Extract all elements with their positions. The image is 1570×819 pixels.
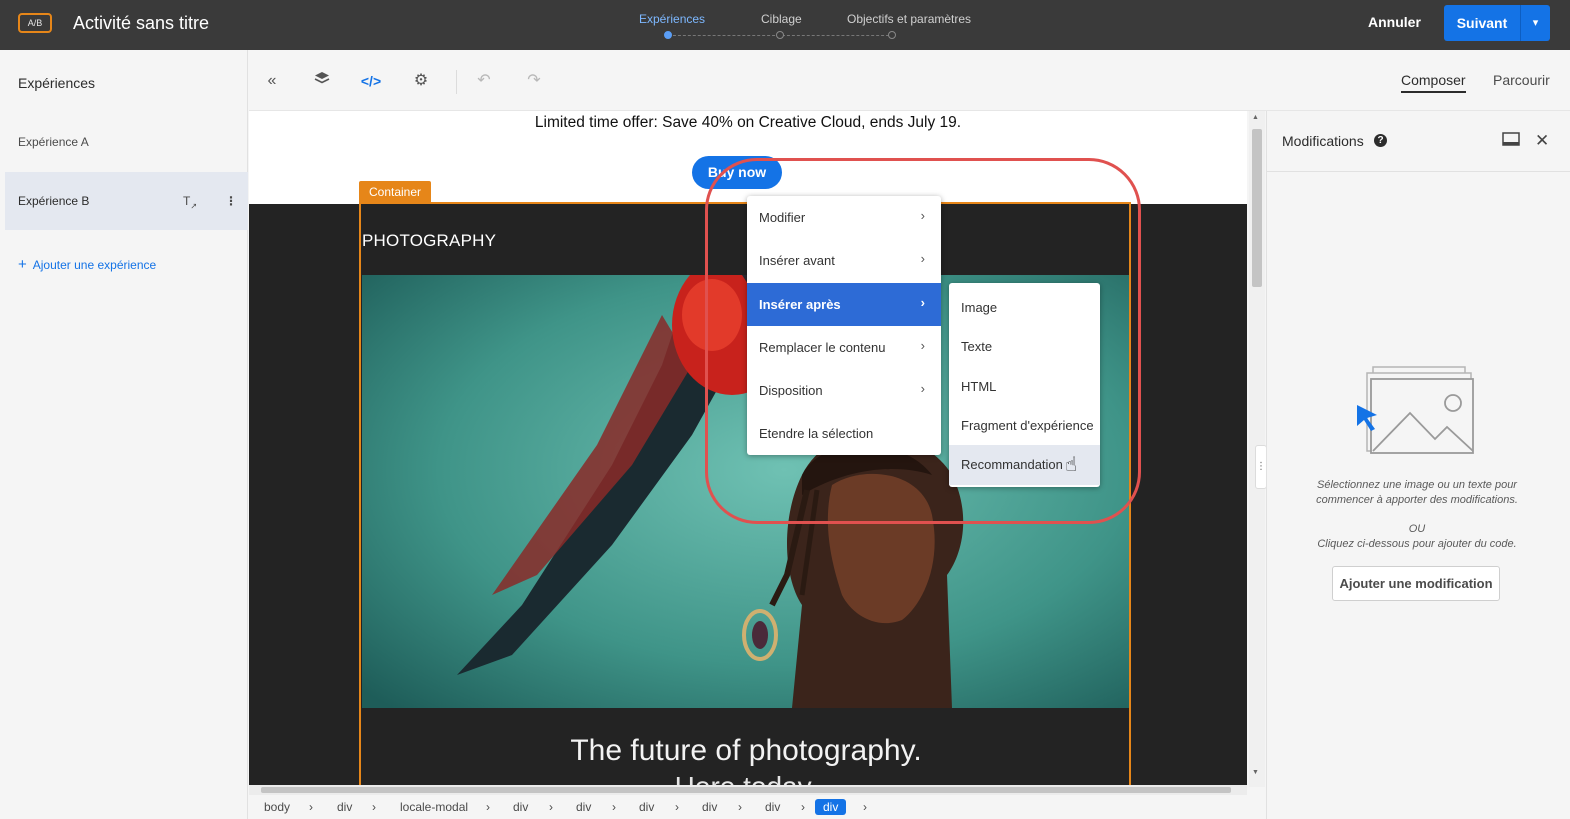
- redo-icon[interactable]: ↷: [523, 70, 545, 92]
- headline[interactable]: The future of photography.: [362, 734, 1130, 768]
- breadcrumb-item[interactable]: div: [765, 800, 780, 814]
- scroll-down-icon[interactable]: ▼: [1252, 769, 1259, 776]
- gear-icon[interactable]: ⚙: [410, 70, 432, 92]
- chevron-right-icon: ›: [549, 800, 553, 814]
- scroll-up-icon[interactable]: ▲: [1252, 114, 1259, 121]
- breadcrumb-item[interactable]: body: [264, 800, 290, 814]
- step-dot: [776, 31, 784, 39]
- scrollbar-thumb[interactable]: [1252, 129, 1262, 287]
- image-placeholder-icon: [1357, 366, 1474, 454]
- sidebar-title: Expériences: [18, 75, 96, 91]
- chevron-right-icon: ›: [309, 800, 313, 814]
- add-modification-button[interactable]: Ajouter une modification: [1332, 566, 1500, 601]
- breadcrumb-item[interactable]: locale-modal: [400, 800, 468, 814]
- panel-title: Modifications: [1282, 133, 1364, 149]
- breadcrumb-item[interactable]: div: [513, 800, 528, 814]
- tab-compose[interactable]: Composer: [1401, 72, 1466, 93]
- step-dot: [888, 31, 896, 39]
- breadcrumb-item[interactable]: div: [337, 800, 352, 814]
- plus-icon: +: [18, 256, 27, 273]
- promo-banner-text[interactable]: Limited time offer: Save 40% on Creative…: [249, 114, 1247, 132]
- step-navigation: Expériences Ciblage Objectifs et paramèt…: [620, 0, 980, 50]
- experience-label: Expérience A: [18, 135, 89, 149]
- panel-header: Modifications ? ✕: [1267, 111, 1570, 172]
- next-button[interactable]: Suivant: [1444, 5, 1520, 41]
- scrollbar-thumb[interactable]: [261, 787, 1231, 793]
- breadcrumb-item-active[interactable]: div: [815, 799, 847, 815]
- canvas-horizontal-scrollbar[interactable]: [249, 785, 1247, 795]
- collapse-panel-icon[interactable]: «: [261, 70, 283, 92]
- step-goals-settings[interactable]: Objectifs et paramètres: [847, 12, 971, 26]
- ab-activity-badge: A/B: [18, 13, 52, 33]
- top-bar: A/B Activité sans titre Expériences Cibl…: [0, 0, 1570, 50]
- breadcrumb-item[interactable]: div: [576, 800, 591, 814]
- step-dot-active: [664, 31, 672, 39]
- layers-icon[interactable]: [311, 70, 333, 92]
- dock-panel-icon[interactable]: [1502, 131, 1520, 151]
- chevron-right-icon: ›: [486, 800, 490, 814]
- chevron-right-icon: ›: [738, 800, 742, 814]
- chevron-right-icon: ›: [863, 800, 867, 814]
- editor-toolbar: « </> ⚙ ↶ ↷ Composer Parcourir: [249, 50, 1570, 111]
- cancel-button[interactable]: Annuler: [1368, 14, 1421, 30]
- code-editor-icon[interactable]: </>: [360, 70, 382, 92]
- toolbar-divider: [456, 70, 457, 94]
- add-experience-link[interactable]: + Ajouter une expérience: [18, 256, 156, 273]
- modifications-panel: Modifications ? ✕ Sélectionnez une image…: [1266, 111, 1570, 819]
- more-options-icon[interactable]: ⋮: [225, 194, 237, 208]
- rename-icon[interactable]: T↗: [183, 194, 197, 210]
- step-targeting[interactable]: Ciblage: [761, 12, 802, 26]
- breadcrumb-item[interactable]: div: [639, 800, 654, 814]
- breadcrumb-item[interactable]: div: [702, 800, 717, 814]
- sidebar-item-experience-a[interactable]: Expérience A: [5, 113, 248, 171]
- chevron-down-icon[interactable]: ▾: [1520, 5, 1550, 41]
- empty-state-or: OU: [1408, 523, 1426, 535]
- empty-state-hint-code: Cliquez ci-dessous pour ajouter du code.: [1317, 538, 1517, 550]
- experiences-sidebar: Expériences Expérience A Expérience B T↗…: [0, 50, 248, 819]
- add-experience-label: Ajouter une expérience: [32, 258, 157, 272]
- callout-highlight-ring: [705, 158, 1141, 524]
- tab-browse[interactable]: Parcourir: [1493, 72, 1550, 88]
- chevron-right-icon: ›: [675, 800, 679, 814]
- chevron-right-icon: ›: [801, 800, 805, 814]
- activity-title[interactable]: Activité sans titre: [73, 13, 209, 34]
- sidebar-item-experience-b[interactable]: Expérience B T↗ ⋮: [5, 172, 248, 230]
- help-icon[interactable]: ?: [1374, 134, 1387, 147]
- step-experiences[interactable]: Expériences: [639, 12, 705, 26]
- container-tag: Container: [359, 181, 431, 203]
- chevron-right-icon: ›: [612, 800, 616, 814]
- close-icon[interactable]: ✕: [1535, 131, 1549, 151]
- empty-state-hint: Sélectionnez une image ou un texte pour …: [1316, 479, 1518, 506]
- experience-label: Expérience B: [18, 194, 90, 208]
- empty-state-illustration: [1355, 361, 1475, 461]
- chevron-right-icon: ›: [372, 800, 376, 814]
- undo-icon[interactable]: ↶: [473, 70, 495, 92]
